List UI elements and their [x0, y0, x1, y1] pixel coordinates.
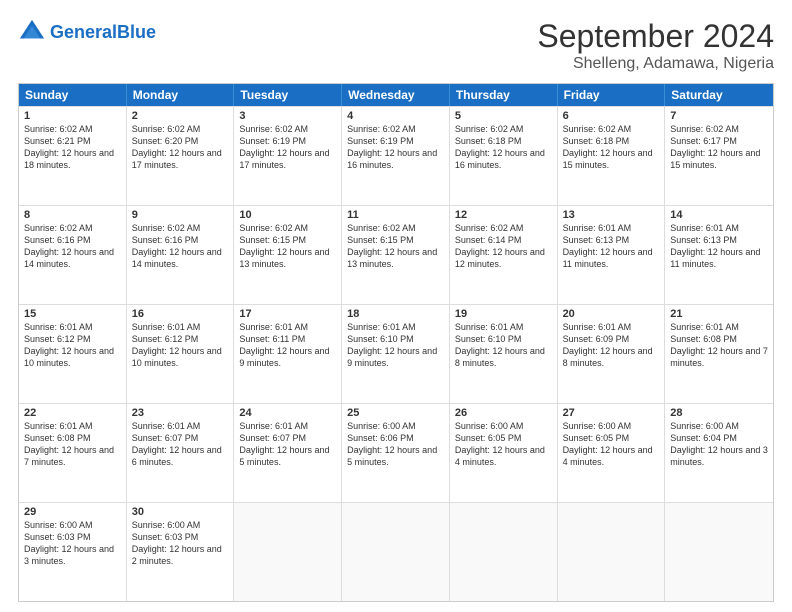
header-wednesday: Wednesday — [342, 84, 450, 106]
calendar: Sunday Monday Tuesday Wednesday Thursday… — [18, 83, 774, 602]
cal-row-5: 29 Sunrise: 6:00 AMSunset: 6:03 PMDaylig… — [19, 502, 773, 601]
cell-21: 21 Sunrise: 6:01 AMSunset: 6:08 PMDaylig… — [665, 305, 773, 403]
cell-12: 12 Sunrise: 6:02 AMSunset: 6:14 PMDaylig… — [450, 206, 558, 304]
logo-icon — [18, 18, 46, 46]
cell-10: 10 Sunrise: 6:02 AMSunset: 6:15 PMDaylig… — [234, 206, 342, 304]
cal-row-2: 8 Sunrise: 6:02 AMSunset: 6:16 PMDayligh… — [19, 205, 773, 304]
header-thursday: Thursday — [450, 84, 558, 106]
cell-2: 2 Sunrise: 6:02 AMSunset: 6:20 PMDayligh… — [127, 107, 235, 205]
header-sunday: Sunday — [19, 84, 127, 106]
cell-7: 7 Sunrise: 6:02 AMSunset: 6:17 PMDayligh… — [665, 107, 773, 205]
cell-23: 23 Sunrise: 6:01 AMSunset: 6:07 PMDaylig… — [127, 404, 235, 502]
cell-26: 26 Sunrise: 6:00 AMSunset: 6:05 PMDaylig… — [450, 404, 558, 502]
cell-22: 22 Sunrise: 6:01 AMSunset: 6:08 PMDaylig… — [19, 404, 127, 502]
cell-3: 3 Sunrise: 6:02 AMSunset: 6:19 PMDayligh… — [234, 107, 342, 205]
cell-9: 9 Sunrise: 6:02 AMSunset: 6:16 PMDayligh… — [127, 206, 235, 304]
cell-28: 28 Sunrise: 6:00 AMSunset: 6:04 PMDaylig… — [665, 404, 773, 502]
logo: GeneralBlue — [18, 18, 156, 46]
cell-empty-1 — [234, 503, 342, 601]
cell-30: 30 Sunrise: 6:00 AMSunset: 6:03 PMDaylig… — [127, 503, 235, 601]
cell-empty-2 — [342, 503, 450, 601]
cell-25: 25 Sunrise: 6:00 AMSunset: 6:06 PMDaylig… — [342, 404, 450, 502]
page: GeneralBlue September 2024 Shelleng, Ada… — [0, 0, 792, 612]
header: GeneralBlue September 2024 Shelleng, Ada… — [18, 18, 774, 73]
header-saturday: Saturday — [665, 84, 773, 106]
cell-empty-3 — [450, 503, 558, 601]
cell-14: 14 Sunrise: 6:01 AMSunset: 6:13 PMDaylig… — [665, 206, 773, 304]
header-tuesday: Tuesday — [234, 84, 342, 106]
cell-15: 15 Sunrise: 6:01 AMSunset: 6:12 PMDaylig… — [19, 305, 127, 403]
calendar-body: 1 Sunrise: 6:02 AMSunset: 6:21 PMDayligh… — [19, 106, 773, 601]
cal-row-3: 15 Sunrise: 6:01 AMSunset: 6:12 PMDaylig… — [19, 304, 773, 403]
cell-20: 20 Sunrise: 6:01 AMSunset: 6:09 PMDaylig… — [558, 305, 666, 403]
cal-row-4: 22 Sunrise: 6:01 AMSunset: 6:08 PMDaylig… — [19, 403, 773, 502]
logo-text: GeneralBlue — [50, 23, 156, 41]
cell-17: 17 Sunrise: 6:01 AMSunset: 6:11 PMDaylig… — [234, 305, 342, 403]
month-title: September 2024 — [537, 18, 774, 55]
cell-empty-4 — [558, 503, 666, 601]
title-block: September 2024 Shelleng, Adamawa, Nigeri… — [537, 18, 774, 73]
cell-29: 29 Sunrise: 6:00 AMSunset: 6:03 PMDaylig… — [19, 503, 127, 601]
cell-empty-5 — [665, 503, 773, 601]
calendar-header-row: Sunday Monday Tuesday Wednesday Thursday… — [19, 84, 773, 106]
cell-8: 8 Sunrise: 6:02 AMSunset: 6:16 PMDayligh… — [19, 206, 127, 304]
cell-6: 6 Sunrise: 6:02 AMSunset: 6:18 PMDayligh… — [558, 107, 666, 205]
cell-1: 1 Sunrise: 6:02 AMSunset: 6:21 PMDayligh… — [19, 107, 127, 205]
cell-5: 5 Sunrise: 6:02 AMSunset: 6:18 PMDayligh… — [450, 107, 558, 205]
cell-27: 27 Sunrise: 6:00 AMSunset: 6:05 PMDaylig… — [558, 404, 666, 502]
header-monday: Monday — [127, 84, 235, 106]
location-subtitle: Shelleng, Adamawa, Nigeria — [537, 55, 774, 73]
cal-row-1: 1 Sunrise: 6:02 AMSunset: 6:21 PMDayligh… — [19, 106, 773, 205]
cell-24: 24 Sunrise: 6:01 AMSunset: 6:07 PMDaylig… — [234, 404, 342, 502]
cell-18: 18 Sunrise: 6:01 AMSunset: 6:10 PMDaylig… — [342, 305, 450, 403]
cell-19: 19 Sunrise: 6:01 AMSunset: 6:10 PMDaylig… — [450, 305, 558, 403]
cell-13: 13 Sunrise: 6:01 AMSunset: 6:13 PMDaylig… — [558, 206, 666, 304]
header-friday: Friday — [558, 84, 666, 106]
cell-4: 4 Sunrise: 6:02 AMSunset: 6:19 PMDayligh… — [342, 107, 450, 205]
cell-16: 16 Sunrise: 6:01 AMSunset: 6:12 PMDaylig… — [127, 305, 235, 403]
cell-11: 11 Sunrise: 6:02 AMSunset: 6:15 PMDaylig… — [342, 206, 450, 304]
